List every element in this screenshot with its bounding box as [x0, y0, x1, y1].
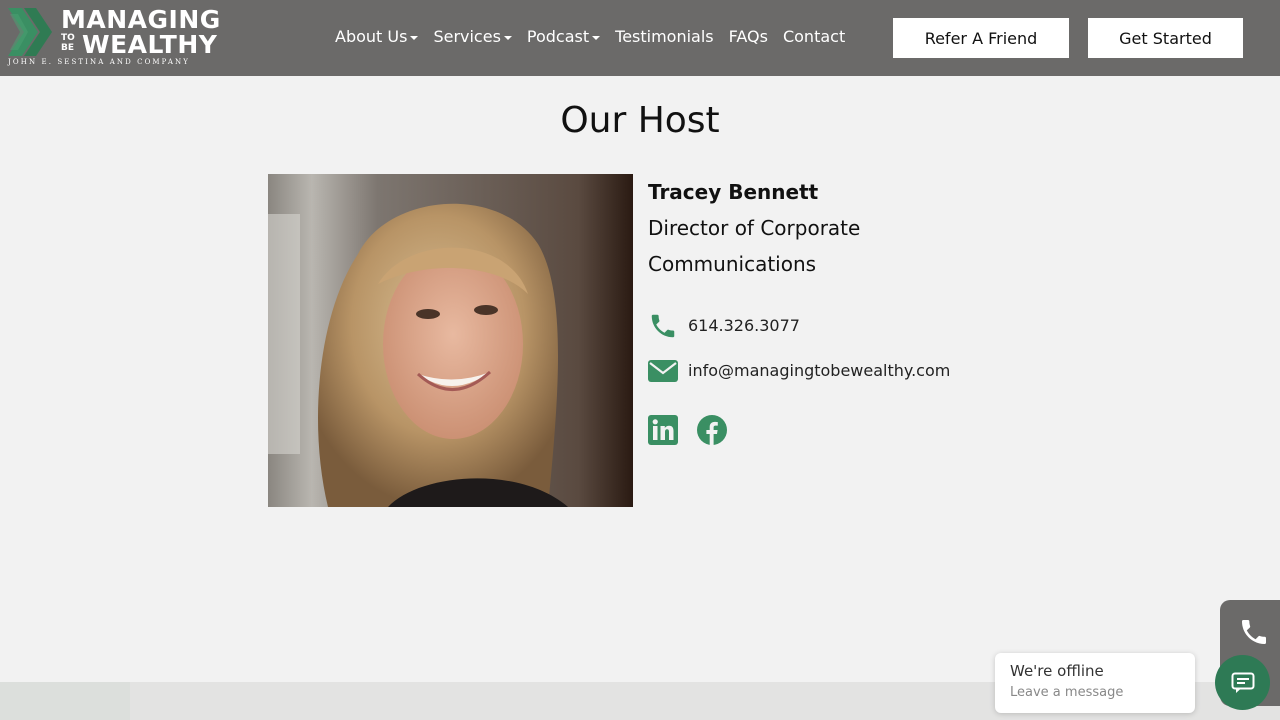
nav-label: Podcast [526, 27, 590, 46]
get-started-button[interactable]: Get Started [1088, 18, 1243, 58]
envelope-icon [648, 356, 678, 386]
facebook-icon[interactable] [697, 415, 727, 445]
chat-icon [1231, 672, 1254, 693]
phone-contact[interactable]: 614.326.3077 [648, 311, 800, 341]
logo-text-wealthy: WEALTHY [82, 30, 218, 59]
brand-logo[interactable]: MANAGING TO BE WEALTHY JOHN E. SESTINA A… [8, 6, 230, 68]
caret-down-icon [503, 36, 512, 40]
email-address[interactable]: info@managingtobewealthy.com [688, 361, 950, 381]
host-role: Director of Corporate Communications [648, 216, 861, 276]
chat-subtitle: Leave a message [1010, 685, 1124, 700]
linkedin-icon[interactable] [648, 415, 678, 445]
host-photo [268, 174, 633, 507]
nav-services[interactable]: Services [433, 26, 512, 48]
section-title: Our Host [560, 100, 720, 141]
nav-label: Testimonials [615, 27, 714, 46]
nav-label: About Us [335, 27, 408, 46]
nav-label: Contact [782, 27, 846, 46]
phone-number[interactable]: 614.326.3077 [688, 316, 800, 336]
nav-about-us[interactable]: About Us [335, 26, 419, 48]
email-contact[interactable]: info@managingtobewealthy.com [648, 356, 950, 386]
main-nav: About Us Services Podcast Testimonials F… [335, 26, 860, 48]
logo-text-tobe: TO BE [61, 33, 75, 53]
phone-call-icon[interactable] [1238, 616, 1270, 652]
nav-faqs[interactable]: FAQs [729, 26, 768, 48]
nav-podcast[interactable]: Podcast [526, 26, 601, 48]
nav-label: FAQs [728, 27, 768, 46]
nav-contact[interactable]: Contact [783, 26, 845, 48]
logo-subline: JOHN E. SESTINA AND COMPANY [8, 58, 190, 66]
phone-icon [648, 311, 678, 341]
refer-a-friend-button[interactable]: Refer A Friend [893, 18, 1069, 58]
chat-title: We're offline [1010, 662, 1104, 680]
host-name: Tracey Bennett [648, 180, 819, 204]
chat-offline-bubble[interactable]: We're offline Leave a message [995, 653, 1195, 713]
logo-chevron-icon [8, 8, 52, 56]
site-header: MANAGING TO BE WEALTHY JOHN E. SESTINA A… [0, 0, 1280, 76]
caret-down-icon [410, 36, 419, 40]
chat-launcher-button[interactable] [1215, 655, 1270, 710]
footer-decoration [0, 682, 130, 720]
nav-label: Services [433, 27, 501, 46]
caret-down-icon [592, 36, 601, 40]
nav-testimonials[interactable]: Testimonials [615, 26, 714, 48]
